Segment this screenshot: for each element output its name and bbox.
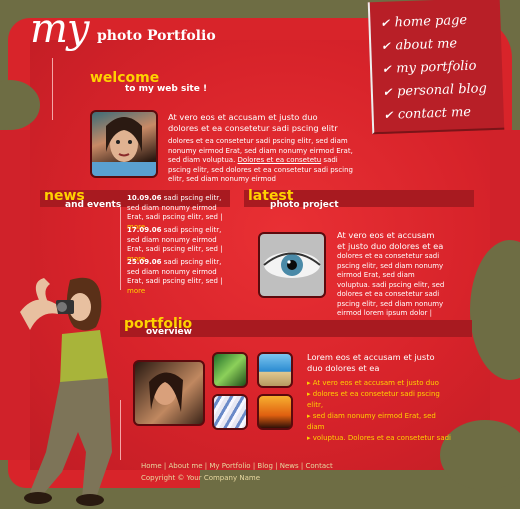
footer-link-home[interactable]: Home bbox=[141, 462, 162, 470]
menu-item-label: about me bbox=[395, 36, 458, 54]
footer-link-contact[interactable]: Contact bbox=[305, 462, 332, 470]
footer-link-portfolio[interactable]: My Portfolio bbox=[209, 462, 250, 470]
copyright: Copyright © Your Company Name bbox=[141, 474, 260, 482]
menu-item-blog[interactable]: ✔ personal blog bbox=[383, 81, 487, 100]
page: my photo Portfolio ✔ home page ✔ about me … bbox=[0, 0, 520, 509]
portfolio-bullets: ▸ At vero eos et accusam et justo duo ▸ … bbox=[307, 378, 452, 444]
footer-link-about[interactable]: About me bbox=[169, 462, 203, 470]
news-date: 10.09.06 bbox=[127, 194, 162, 202]
news-date: 17.09.06 bbox=[127, 226, 162, 234]
welcome-body: dolores et ea consetetur sadi pscing eli… bbox=[168, 137, 360, 185]
portfolio-thumb-sunset[interactable] bbox=[257, 394, 293, 430]
portfolio-lead: Lorem eos et accusam et justo duo dolore… bbox=[307, 352, 435, 373]
welcome-subheading: to my web site ! bbox=[125, 84, 208, 94]
portfolio-thumb-green[interactable] bbox=[212, 352, 248, 388]
check-icon: ✔ bbox=[381, 39, 391, 53]
welcome-link[interactable]: Dolores et ea consetetu bbox=[238, 156, 322, 164]
latest-body: dolores et ea consetetur sadi pscing eli… bbox=[337, 252, 445, 328]
footer-link-news[interactable]: News bbox=[280, 462, 299, 470]
divider bbox=[52, 58, 53, 120]
news-item: 25.09.06 sadi pscing elitr, sed diam non… bbox=[127, 258, 223, 295]
bullet-item[interactable]: ▸ At vero eos et accusam et justo duo bbox=[307, 378, 452, 389]
bullet-item[interactable]: ▸ voluptua. Dolores et ea consetetur sad… bbox=[307, 433, 452, 444]
latest-subheading: photo project bbox=[270, 200, 339, 210]
portrait-image bbox=[92, 117, 156, 176]
footer-separator: | bbox=[252, 462, 256, 470]
check-icon: ✔ bbox=[380, 16, 390, 30]
photographer-illustration bbox=[20, 277, 112, 506]
bullet-text: At vero eos et accusam et justo duo bbox=[312, 379, 439, 387]
footer-link-blog[interactable]: Blog bbox=[257, 462, 272, 470]
footer-nav: Home | About me | My Portfolio | Blog | … bbox=[141, 462, 333, 470]
more-link[interactable]: more bbox=[127, 287, 145, 295]
footer-separator: | bbox=[204, 462, 208, 470]
check-icon: ✔ bbox=[381, 62, 392, 76]
divider bbox=[120, 400, 121, 460]
check-icon: ✔ bbox=[383, 108, 394, 122]
news-date: 25.09.06 bbox=[127, 258, 162, 266]
logo-my: my bbox=[30, 6, 90, 52]
latest-body-text: dolores et ea consetetur sadi pscing eli… bbox=[337, 252, 445, 317]
menu-item-label: personal blog bbox=[396, 81, 488, 100]
bullet-item[interactable]: ▸ dolores et ea consetetur sadi pscing e… bbox=[307, 389, 452, 411]
site-logo[interactable]: my photo Portfolio bbox=[30, 6, 216, 52]
menu-item-label: contact me bbox=[397, 104, 472, 123]
main-menu: ✔ home page ✔ about me ✔ my portfolio ✔ pers… bbox=[367, 0, 505, 135]
menu-item-portfolio[interactable]: ✔ my portfolio bbox=[382, 59, 477, 77]
menu-item-contact[interactable]: ✔ contact me bbox=[383, 105, 471, 123]
bullet-text: voluptua. Dolores et ea consetetur sadi bbox=[312, 434, 452, 442]
latest-photo bbox=[258, 232, 326, 298]
news-subheading: and events bbox=[65, 200, 122, 210]
portfolio-thumb-abstract[interactable] bbox=[212, 394, 248, 430]
portfolio-main-photo[interactable] bbox=[133, 360, 205, 426]
logo-subtitle: photo Portfolio bbox=[97, 28, 216, 44]
portrait-image bbox=[149, 372, 183, 412]
portfolio-thumb-beach[interactable] bbox=[257, 352, 293, 388]
welcome-lead: At vero eos et accusam et justo duo dolo… bbox=[168, 112, 338, 133]
welcome-photo bbox=[90, 110, 158, 178]
footer-separator: | bbox=[300, 462, 304, 470]
bullet-text: dolores et ea consetetur sadi pscing eli… bbox=[307, 390, 440, 409]
bullet-item[interactable]: ▸ sed diam nonumy eirmod Erat, sed diam bbox=[307, 411, 452, 433]
footer-separator: | bbox=[275, 462, 278, 470]
menu-item-about[interactable]: ✔ about me bbox=[381, 36, 457, 54]
menu-item-label: my portfolio bbox=[396, 58, 477, 77]
eye-image bbox=[260, 234, 324, 296]
menu-item-home[interactable]: ✔ home page bbox=[380, 13, 467, 31]
grunge-blob bbox=[440, 420, 520, 490]
footer-separator: | bbox=[163, 462, 167, 470]
menu-item-label: home page bbox=[394, 12, 468, 31]
check-icon: ✔ bbox=[382, 85, 393, 99]
latest-lead: At vero eos et accusam et justo duo dolo… bbox=[337, 230, 444, 251]
portfolio-subheading: overview bbox=[146, 327, 192, 337]
bullet-text: sed diam nonumy eirmod Erat, sed diam bbox=[307, 412, 436, 431]
